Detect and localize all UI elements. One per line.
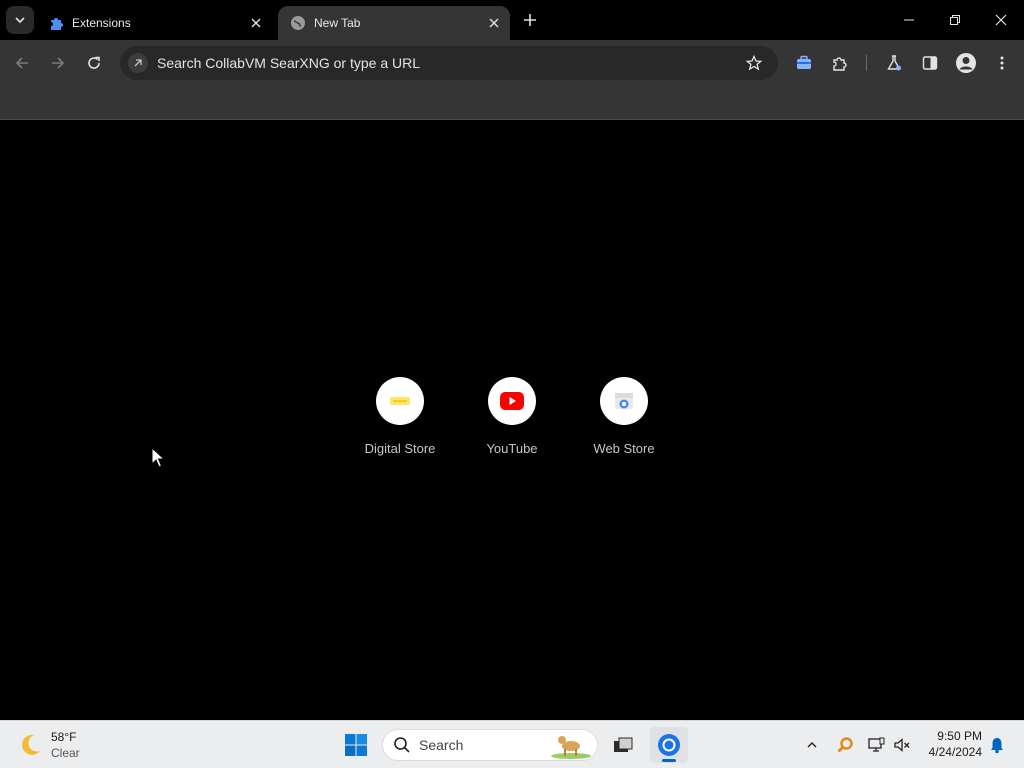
magnifier-tray-icon bbox=[837, 737, 853, 753]
briefcase-icon bbox=[797, 55, 811, 69]
back-button[interactable] bbox=[8, 49, 36, 77]
browser-toolbar: Search CollabVM SearXNG or type a URL bbox=[0, 40, 1024, 86]
new-tab-button[interactable] bbox=[518, 8, 542, 32]
windows-logo-icon bbox=[345, 734, 367, 756]
taskbar-search-label: Search bbox=[419, 737, 464, 753]
chevron-up-icon bbox=[807, 742, 817, 748]
shortcut-label: Digital Store bbox=[364, 441, 436, 456]
moon-icon bbox=[22, 734, 40, 755]
shortcut-label: YouTube bbox=[486, 441, 538, 456]
network-icon bbox=[868, 737, 885, 752]
weather-widget[interactable]: 58°F Clear bbox=[16, 727, 80, 763]
star-icon bbox=[746, 55, 762, 71]
menu-button[interactable] bbox=[988, 49, 1016, 77]
site-info-icon[interactable] bbox=[128, 53, 148, 73]
start-button[interactable] bbox=[340, 729, 372, 761]
toolbar-separator bbox=[866, 55, 867, 71]
puzzle-icon bbox=[833, 57, 847, 71]
weather-condition: Clear bbox=[51, 746, 80, 760]
shortcut-digital-store[interactable]: Digital Store bbox=[344, 377, 456, 467]
close-icon bbox=[251, 18, 261, 28]
weather-temperature: 58°F bbox=[51, 730, 77, 744]
restore-button[interactable] bbox=[932, 0, 978, 40]
bookmarks-bar bbox=[0, 86, 1024, 120]
system-clock[interactable]: 9:50 PM 4/24/2024 bbox=[918, 728, 982, 760]
network-button[interactable] bbox=[864, 733, 888, 757]
arrow-right-icon bbox=[52, 57, 65, 69]
puzzle-icon bbox=[48, 15, 64, 31]
side-panel-icon bbox=[922, 56, 938, 70]
restore-icon bbox=[950, 15, 960, 25]
omnibox[interactable]: Search CollabVM SearXNG or type a URL bbox=[120, 46, 778, 80]
forward-button[interactable] bbox=[44, 49, 72, 77]
arrow-left-icon bbox=[15, 57, 28, 69]
digital-store-icon bbox=[376, 377, 424, 425]
tab-title: New Tab bbox=[314, 16, 361, 30]
window-stack-icon bbox=[614, 737, 633, 752]
bookmark-star-button[interactable] bbox=[740, 49, 768, 77]
shortcut-youtube[interactable]: YouTube bbox=[456, 377, 568, 467]
shortcut-web-store[interactable]: Web Store bbox=[568, 377, 680, 467]
active-app-indicator bbox=[662, 759, 676, 762]
bell-icon bbox=[991, 738, 1003, 754]
close-tab-button[interactable] bbox=[484, 13, 504, 33]
more-vertical-icon bbox=[1000, 56, 1004, 70]
reload-icon bbox=[88, 56, 100, 69]
globe-icon bbox=[290, 15, 306, 31]
close-tab-button[interactable] bbox=[246, 13, 266, 33]
volume-button[interactable] bbox=[890, 733, 914, 757]
web-store-icon bbox=[600, 377, 648, 425]
mouse-cursor-icon bbox=[151, 447, 165, 469]
avatar-icon bbox=[956, 53, 976, 73]
clock-time: 9:50 PM bbox=[937, 729, 982, 743]
new-tab-page: Digital Store YouTube Web Store bbox=[0, 121, 1024, 720]
flask-icon bbox=[887, 55, 901, 71]
taskbar-chrome[interactable] bbox=[650, 727, 688, 763]
plus-icon bbox=[524, 14, 536, 26]
youtube-icon bbox=[488, 377, 536, 425]
tab-new-tab[interactable]: New Tab bbox=[278, 6, 510, 40]
profile-button[interactable] bbox=[952, 49, 980, 77]
chrome-icon bbox=[658, 734, 680, 756]
tab-strip: Extensions New Tab bbox=[0, 0, 1024, 40]
show-hidden-icons-button[interactable] bbox=[800, 733, 824, 757]
taskbar-search-box[interactable]: Search bbox=[382, 729, 598, 761]
chevron-down-icon bbox=[15, 17, 25, 24]
reload-button[interactable] bbox=[80, 49, 108, 77]
search-icon bbox=[394, 737, 410, 753]
side-panel-button[interactable] bbox=[916, 49, 944, 77]
minimize-button[interactable] bbox=[886, 0, 932, 40]
taskbar: 58°F Clear Search 9:50 PM 4/24/2024 bbox=[0, 720, 1024, 768]
tab-extensions[interactable]: Extensions bbox=[36, 6, 272, 40]
shortcut-tiles: Digital Store YouTube Web Store bbox=[344, 377, 680, 467]
tray-app-button[interactable] bbox=[833, 733, 857, 757]
close-icon bbox=[489, 18, 499, 28]
labs-button[interactable] bbox=[880, 49, 908, 77]
speaker-muted-icon bbox=[894, 738, 910, 752]
minimize-icon bbox=[904, 19, 914, 21]
close-icon bbox=[995, 14, 1007, 26]
search-highlight-dog-icon bbox=[551, 736, 591, 759]
clock-date: 4/24/2024 bbox=[928, 745, 982, 759]
briefcase-extension-button[interactable] bbox=[790, 49, 818, 77]
tab-search-button[interactable] bbox=[6, 6, 34, 34]
notifications-button[interactable] bbox=[985, 733, 1009, 757]
extensions-button[interactable] bbox=[826, 49, 854, 77]
omnibox-placeholder: Search CollabVM SearXNG or type a URL bbox=[157, 55, 420, 71]
close-window-button[interactable] bbox=[978, 0, 1024, 40]
taskbar-file-explorer[interactable] bbox=[604, 727, 642, 763]
tab-title: Extensions bbox=[72, 16, 131, 30]
shortcut-label: Web Store bbox=[593, 441, 655, 456]
